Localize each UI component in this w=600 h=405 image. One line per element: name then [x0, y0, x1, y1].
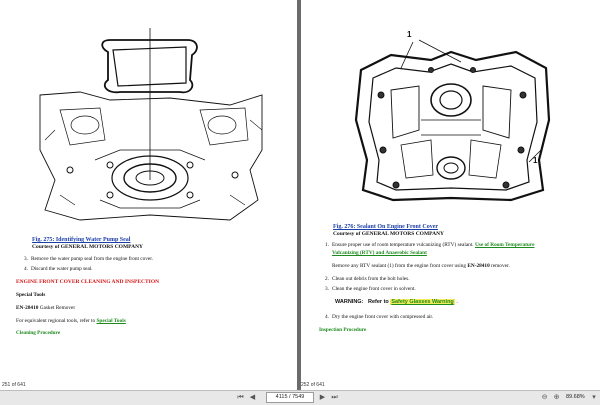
- first-page-icon[interactable]: ⏮: [236, 393, 245, 402]
- zoom-in-icon[interactable]: ⊕: [552, 393, 561, 402]
- equivalent-tools-line: For equivalent regional tools, refer to …: [16, 318, 126, 324]
- step-1-link-cont: Vulcanizing (RTV) and Anaerobic Sealant: [332, 250, 427, 256]
- rtv-sealant-link-cont[interactable]: Vulcanizing (RTV) and Anaerobic Sealant: [332, 250, 427, 256]
- section-heading: ENGINE FRONT COVER CLEANING AND INSPECTI…: [16, 279, 160, 285]
- callout-1-top: 1: [407, 30, 412, 39]
- step-4: 4. Dry the engine front cover with compre…: [325, 314, 434, 320]
- page-number-right: 252 of 641: [301, 382, 325, 388]
- courtesy-line: Courtesy of GENERAL MOTORS COMPANY: [32, 244, 144, 250]
- zoom-level[interactable]: 89.68%: [566, 393, 585, 402]
- step-4: 4. Discard the water pump seal.: [24, 266, 93, 272]
- special-tools-link[interactable]: Special Tools: [96, 318, 125, 324]
- next-page-icon[interactable]: ▶: [318, 393, 327, 402]
- step-3: 3. Clean the engine front cover in solven…: [325, 286, 416, 292]
- step-1-sub: Remove any RTV sealant (1) from the engi…: [332, 263, 510, 269]
- safety-glasses-warning-link[interactable]: Safety Glasses Warning: [390, 299, 455, 305]
- page-number-left: 251 of 641: [2, 382, 26, 388]
- tool-line: EN-28410 Gasket Remover: [16, 305, 76, 311]
- step-1: 1. Ensure proper use of room temperature …: [325, 242, 535, 248]
- step-3: 3. Remove the water pump seal from the en…: [24, 256, 154, 262]
- prev-page-icon[interactable]: ◀: [248, 393, 257, 402]
- figure-caption[interactable]: Fig. 275: Identifying Water Pump Seal: [32, 237, 130, 243]
- courtesy-line: Courtesy of GENERAL MOTORS COMPANY: [333, 231, 445, 237]
- pdf-page-right: 1 1 Fig. 276: Sealant On Engine Front Co…: [301, 0, 600, 390]
- warning-line: WARNING: Refer to Safety Glasses Warning…: [335, 299, 458, 305]
- pdf-page-left: Fig. 275: Identifying Water Pump Seal Co…: [0, 0, 297, 390]
- inspection-procedure-heading[interactable]: Inspection Procedure: [319, 327, 366, 333]
- document-viewer[interactable]: Fig. 275: Identifying Water Pump Seal Co…: [0, 0, 600, 390]
- zoom-out-icon[interactable]: ⊖: [540, 393, 549, 402]
- page-number-input[interactable]: 4115 / 7549: [266, 392, 314, 403]
- water-pump-seal-illustration: [39, 28, 263, 221]
- engine-front-cover-illustration: [354, 39, 551, 202]
- figure-caption[interactable]: Fig. 276: Sealant On Engine Front Cover: [333, 224, 438, 230]
- step-2: 2. Clean out debris from the bolt holes.: [325, 276, 410, 282]
- zoom-dropdown-icon[interactable]: ▾: [590, 393, 598, 402]
- rtv-sealant-link[interactable]: Use of Room Temperature: [475, 242, 534, 248]
- special-tools-heading: Special Tools: [16, 292, 46, 298]
- viewer-toolbar: ⏮ ◀ 4115 / 7549 ▶ ⏭ ⊖ ⊕ 89.68% ▾: [0, 390, 600, 405]
- callout-1-right: 1: [533, 156, 538, 165]
- cleaning-procedure-heading[interactable]: Cleaning Procedure: [16, 330, 60, 336]
- last-page-icon[interactable]: ⏭: [330, 393, 339, 402]
